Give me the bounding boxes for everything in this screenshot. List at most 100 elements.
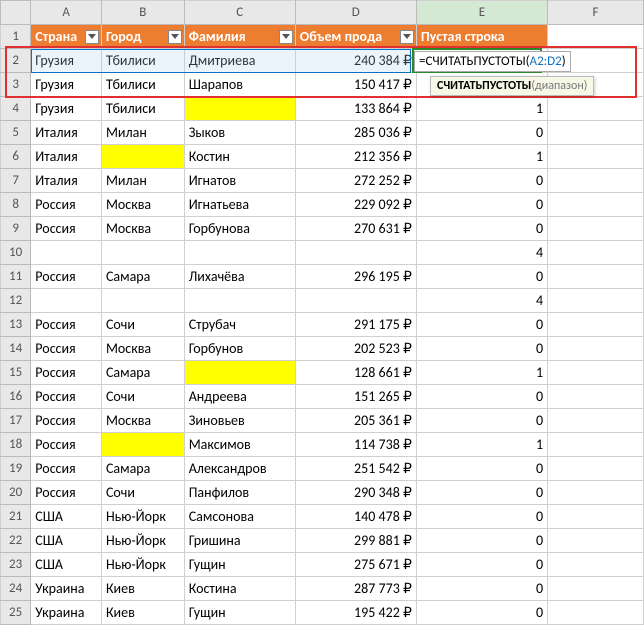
cell-E16[interactable]: 0: [416, 385, 547, 409]
cell-C11[interactable]: Лихачёва: [184, 265, 295, 289]
cell-D3[interactable]: 150 417 ₽: [295, 73, 416, 97]
cell-E23[interactable]: 0: [416, 553, 547, 577]
cell-F5[interactable]: [548, 121, 644, 145]
cell-B12[interactable]: [101, 289, 184, 313]
cell-E10[interactable]: 4: [416, 241, 547, 265]
col-header-E[interactable]: E: [416, 1, 547, 25]
cell-E25[interactable]: 0: [416, 601, 547, 625]
filter-icon[interactable]: [168, 30, 182, 44]
cell-A23[interactable]: США: [31, 553, 102, 577]
row-header[interactable]: 13: [1, 313, 31, 337]
filter-icon[interactable]: [400, 30, 414, 44]
cell-F7[interactable]: [548, 169, 644, 193]
cell-A8[interactable]: Россия: [31, 193, 102, 217]
cell-C9[interactable]: Горбунова: [184, 217, 295, 241]
cell-B8[interactable]: Москва: [101, 193, 184, 217]
cell-A14[interactable]: Россия: [31, 337, 102, 361]
row-header[interactable]: 3: [1, 73, 31, 97]
col-header-A[interactable]: A: [31, 1, 102, 25]
cell-B3[interactable]: Тбилиси: [101, 73, 184, 97]
cell-E21[interactable]: 0: [416, 505, 547, 529]
cell-C12[interactable]: [184, 289, 295, 313]
cell-C19[interactable]: Александров: [184, 457, 295, 481]
cell-C10[interactable]: [184, 241, 295, 265]
cell-C7[interactable]: Игнатов: [184, 169, 295, 193]
cell-B7[interactable]: Милан: [101, 169, 184, 193]
row-header[interactable]: 18: [1, 433, 31, 457]
cell-D11[interactable]: 296 195 ₽: [295, 265, 416, 289]
cell-E18[interactable]: 1: [416, 433, 547, 457]
cell-C6[interactable]: Костин: [184, 145, 295, 169]
cell-A16[interactable]: Россия: [31, 385, 102, 409]
cell-E17[interactable]: 0: [416, 409, 547, 433]
cell-A7[interactable]: Италия: [31, 169, 102, 193]
cell-C24[interactable]: Костина: [184, 577, 295, 601]
cell-C21[interactable]: Самсонова: [184, 505, 295, 529]
cell-A4[interactable]: Грузия: [31, 97, 102, 121]
cell-D7[interactable]: 272 252 ₽: [295, 169, 416, 193]
header-surname[interactable]: Фамилия: [184, 25, 295, 49]
row-header[interactable]: 9: [1, 217, 31, 241]
cell-F20[interactable]: [548, 481, 644, 505]
row-header[interactable]: 14: [1, 337, 31, 361]
cell-D8[interactable]: 229 092 ₽: [295, 193, 416, 217]
cell-A3[interactable]: Грузия: [31, 73, 102, 97]
cell-D9[interactable]: 270 631 ₽: [295, 217, 416, 241]
cell-F6[interactable]: [548, 145, 644, 169]
cell-D10[interactable]: [295, 241, 416, 265]
cell-F10[interactable]: [548, 241, 644, 265]
formula-editor[interactable]: =СЧИТАТЬПУСТОТЫ(A2:D2): [414, 51, 571, 72]
cell-D24[interactable]: 287 773 ₽: [295, 577, 416, 601]
cell-F1[interactable]: [548, 25, 644, 49]
cell-B16[interactable]: Сочи: [101, 385, 184, 409]
cell-D19[interactable]: 251 542 ₽: [295, 457, 416, 481]
cell-A17[interactable]: Россия: [31, 409, 102, 433]
cell-F18[interactable]: [548, 433, 644, 457]
cell-B15[interactable]: Самара: [101, 361, 184, 385]
cell-F17[interactable]: [548, 409, 644, 433]
row-header[interactable]: 5: [1, 121, 31, 145]
row-header[interactable]: 21: [1, 505, 31, 529]
cell-D18[interactable]: 114 738 ₽: [295, 433, 416, 457]
cell-D21[interactable]: 140 478 ₽: [295, 505, 416, 529]
cell-E15[interactable]: 1: [416, 361, 547, 385]
cell-A13[interactable]: Россия: [31, 313, 102, 337]
cell-D4[interactable]: 133 864 ₽: [295, 97, 416, 121]
cell-D6[interactable]: 212 356 ₽: [295, 145, 416, 169]
row-header[interactable]: 24: [1, 577, 31, 601]
header-sales[interactable]: Объем прода: [295, 25, 416, 49]
cell-A2[interactable]: Грузия: [31, 49, 102, 73]
col-header-F[interactable]: F: [548, 1, 644, 25]
cell-E8[interactable]: 0: [416, 193, 547, 217]
cell-A19[interactable]: Россия: [31, 457, 102, 481]
cell-A15[interactable]: Россия: [31, 361, 102, 385]
cell-B23[interactable]: Нью-Йорк: [101, 553, 184, 577]
col-header-D[interactable]: D: [295, 1, 416, 25]
cell-E19[interactable]: 0: [416, 457, 547, 481]
cell-A9[interactable]: Россия: [31, 217, 102, 241]
cell-F4[interactable]: [548, 97, 644, 121]
cell-A10[interactable]: [31, 241, 102, 265]
cell-B6[interactable]: [101, 145, 184, 169]
cell-F19[interactable]: [548, 457, 644, 481]
cell-E5[interactable]: 0: [416, 121, 547, 145]
cell-B11[interactable]: Самара: [101, 265, 184, 289]
cell-B19[interactable]: Самара: [101, 457, 184, 481]
header-empty[interactable]: Пустая строка: [416, 25, 547, 49]
cell-D12[interactable]: [295, 289, 416, 313]
cell-C18[interactable]: Максимов: [184, 433, 295, 457]
cell-B13[interactable]: Сочи: [101, 313, 184, 337]
cell-A11[interactable]: Россия: [31, 265, 102, 289]
cell-C8[interactable]: Игнатьева: [184, 193, 295, 217]
cell-F12[interactable]: [548, 289, 644, 313]
cell-C14[interactable]: Горбунов: [184, 337, 295, 361]
row-header[interactable]: 12: [1, 289, 31, 313]
cell-C23[interactable]: Гущин: [184, 553, 295, 577]
row-header[interactable]: 22: [1, 529, 31, 553]
row-header-1[interactable]: 1: [1, 25, 31, 49]
cell-D13[interactable]: 291 175 ₽: [295, 313, 416, 337]
cell-E22[interactable]: 0: [416, 529, 547, 553]
cell-F9[interactable]: [548, 217, 644, 241]
cell-C22[interactable]: Гришина: [184, 529, 295, 553]
cell-A5[interactable]: Италия: [31, 121, 102, 145]
